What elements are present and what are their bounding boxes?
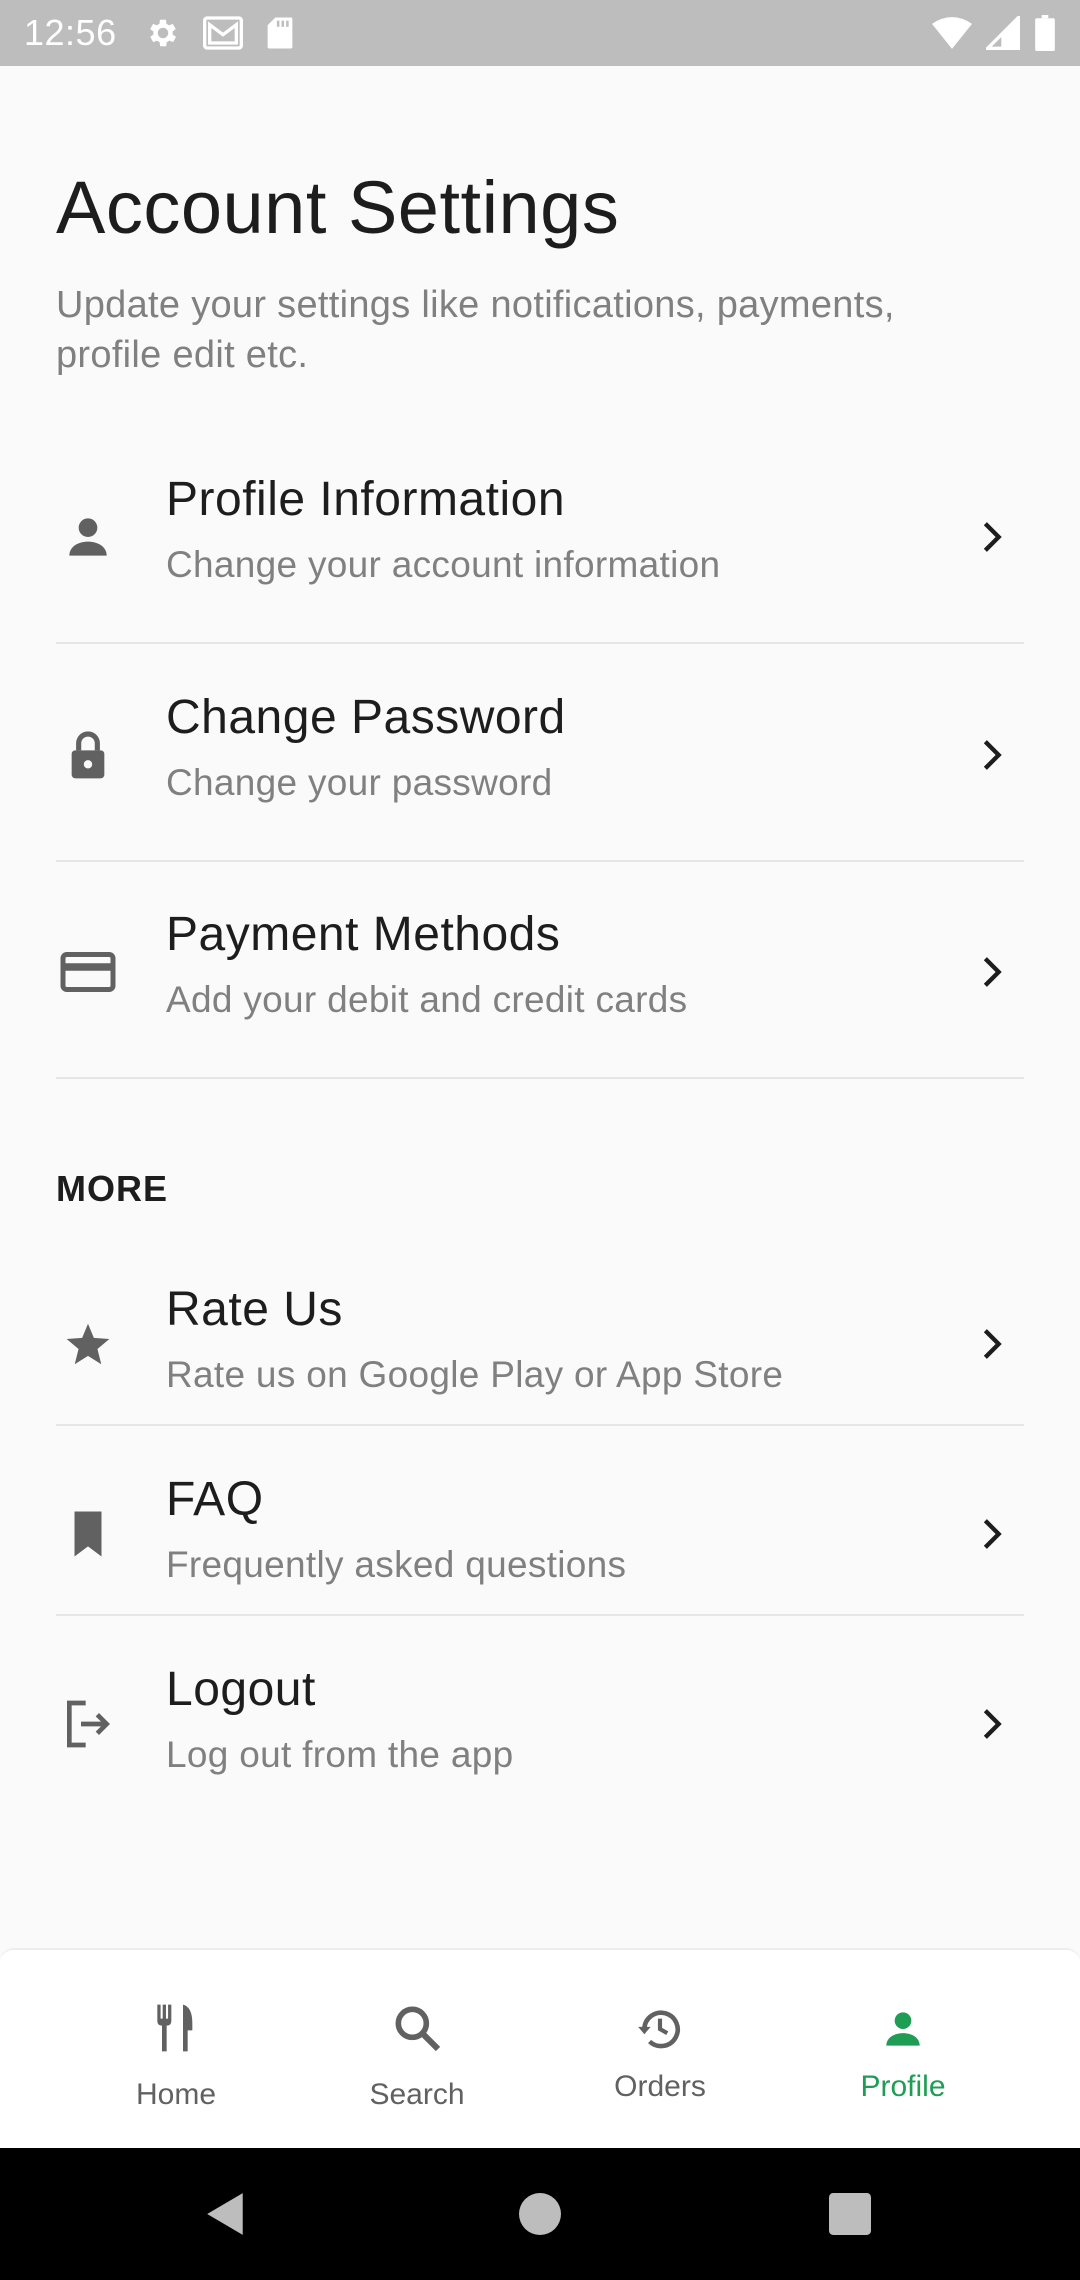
back-icon[interactable] bbox=[166, 2148, 286, 2280]
chevron-right-icon bbox=[960, 723, 1024, 787]
settings-item-title: Change Password bbox=[166, 691, 566, 744]
settings-item-rate-us[interactable]: Rate Us Rate us on Google Play or App St… bbox=[56, 1278, 1024, 1426]
wifi-icon bbox=[932, 17, 972, 49]
divider bbox=[56, 642, 1024, 644]
settings-item-title: Rate Us bbox=[166, 1283, 343, 1336]
system-navigation-bar bbox=[0, 2148, 1080, 2280]
divider bbox=[56, 1424, 1024, 1426]
divider bbox=[56, 1614, 1024, 1616]
recents-square-icon[interactable] bbox=[790, 2148, 910, 2280]
settings-item-subtitle: Add your debit and credit cards bbox=[166, 979, 688, 1020]
settings-item-title: FAQ bbox=[166, 1473, 264, 1526]
settings-item-title: Payment Methods bbox=[166, 908, 561, 961]
star-icon bbox=[56, 1312, 120, 1376]
nav-item-orders[interactable]: Orders bbox=[560, 1950, 760, 2150]
history-icon bbox=[635, 2004, 685, 2059]
nav-item-home[interactable]: Home bbox=[76, 1950, 276, 2150]
settings-item-title: Profile Information bbox=[166, 473, 566, 526]
page-title: Account Settings bbox=[56, 166, 620, 249]
settings-item-faq[interactable]: FAQ Frequently asked questions bbox=[56, 1468, 1024, 1616]
bookmark-icon bbox=[56, 1502, 120, 1566]
credit-card-icon bbox=[56, 940, 120, 1004]
gear-icon bbox=[145, 15, 181, 51]
account-settings-screen: 12:56 Account Settings Update your setti… bbox=[0, 0, 1080, 2280]
battery-icon bbox=[1034, 15, 1056, 51]
settings-item-subtitle: Frequently asked questions bbox=[166, 1544, 627, 1585]
chevron-right-icon bbox=[960, 1312, 1024, 1376]
divider bbox=[56, 860, 1024, 862]
settings-item-title: Logout bbox=[166, 1663, 316, 1716]
sd-card-icon bbox=[265, 16, 295, 50]
person-icon bbox=[878, 2004, 928, 2059]
settings-item-subtitle: Log out from the app bbox=[166, 1734, 514, 1775]
divider bbox=[56, 1077, 1024, 1079]
nav-label: Search bbox=[369, 2078, 465, 2111]
nav-item-profile[interactable]: Profile bbox=[803, 1950, 1003, 2150]
settings-item-logout[interactable]: Logout Log out from the app bbox=[56, 1658, 1024, 1806]
status-system-icons bbox=[932, 15, 1056, 51]
chevron-right-icon bbox=[960, 940, 1024, 1004]
settings-item-change-password[interactable]: Change Password Change your password bbox=[56, 688, 1024, 862]
restaurant-icon bbox=[148, 2000, 204, 2061]
chevron-right-icon bbox=[960, 505, 1024, 569]
settings-item-subtitle: Change your password bbox=[166, 762, 553, 803]
nav-label: Profile bbox=[860, 2070, 946, 2103]
nav-label: Orders bbox=[614, 2070, 706, 2103]
home-circle-icon[interactable] bbox=[480, 2148, 600, 2280]
section-label-more: MORE bbox=[56, 1168, 168, 1209]
search-icon bbox=[389, 2000, 445, 2061]
bottom-navigation: Home Search Orders Profile bbox=[0, 1948, 1080, 2148]
settings-item-profile-information[interactable]: Profile Information Change your account … bbox=[56, 470, 1024, 644]
settings-item-subtitle: Change your account information bbox=[166, 544, 721, 585]
status-notification-icons bbox=[145, 15, 295, 51]
signal-icon bbox=[986, 16, 1020, 50]
chevron-right-icon bbox=[960, 1502, 1024, 1566]
status-time: 12:56 bbox=[24, 12, 117, 53]
lock-icon bbox=[56, 723, 120, 787]
nav-label: Home bbox=[135, 2078, 217, 2111]
nav-item-search[interactable]: Search bbox=[317, 1950, 517, 2150]
person-icon bbox=[56, 505, 120, 569]
gmail-icon bbox=[202, 16, 243, 50]
logout-icon bbox=[56, 1692, 120, 1756]
page-subtitle: Update your settings like notifications,… bbox=[56, 284, 895, 376]
settings-item-payment-methods[interactable]: Payment Methods Add your debit and credi… bbox=[56, 905, 1024, 1079]
status-bar: 12:56 bbox=[0, 0, 1080, 66]
settings-item-subtitle: Rate us on Google Play or App Store bbox=[166, 1354, 784, 1395]
chevron-right-icon bbox=[960, 1692, 1024, 1756]
